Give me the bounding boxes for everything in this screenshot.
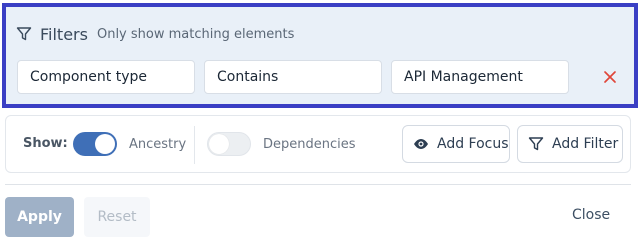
- eye-icon: [413, 136, 429, 152]
- toggle-knob: [209, 134, 229, 154]
- show-label: Show:: [23, 136, 68, 151]
- filter-operator-select[interactable]: Contains: [204, 60, 382, 94]
- add-filter-button[interactable]: Add Filter: [517, 125, 623, 163]
- filters-panel: Filters Only show matching elements Comp…: [2, 3, 638, 108]
- ancestry-toggle[interactable]: [73, 132, 117, 156]
- filters-subtitle: Only show matching elements: [96, 26, 295, 42]
- filters-title: Filters: [40, 24, 88, 44]
- filter-field-select[interactable]: Component type: [17, 60, 195, 94]
- divider: [194, 126, 195, 164]
- toggle-knob: [95, 134, 115, 154]
- reset-button[interactable]: Reset: [84, 197, 150, 237]
- dependencies-toggle[interactable]: [207, 132, 251, 156]
- filter-icon: [16, 26, 32, 42]
- filter-value-input[interactable]: API Management: [391, 60, 569, 94]
- add-filter-label: Add Filter: [552, 136, 619, 152]
- add-focus-label: Add Focus: [437, 136, 509, 152]
- filters-header: Filters Only show matching elements: [16, 24, 294, 44]
- close-button[interactable]: Close: [572, 207, 610, 223]
- view-controls-card: Show: Ancestry Dependencies Add Focus Ad…: [5, 115, 631, 173]
- filter-icon: [528, 136, 544, 152]
- remove-filter-icon[interactable]: [602, 69, 618, 85]
- add-focus-button[interactable]: Add Focus: [402, 125, 510, 163]
- apply-button[interactable]: Apply: [5, 197, 74, 237]
- ancestry-label: Ancestry: [129, 137, 187, 152]
- divider: [5, 184, 631, 185]
- dependencies-label: Dependencies: [263, 137, 356, 152]
